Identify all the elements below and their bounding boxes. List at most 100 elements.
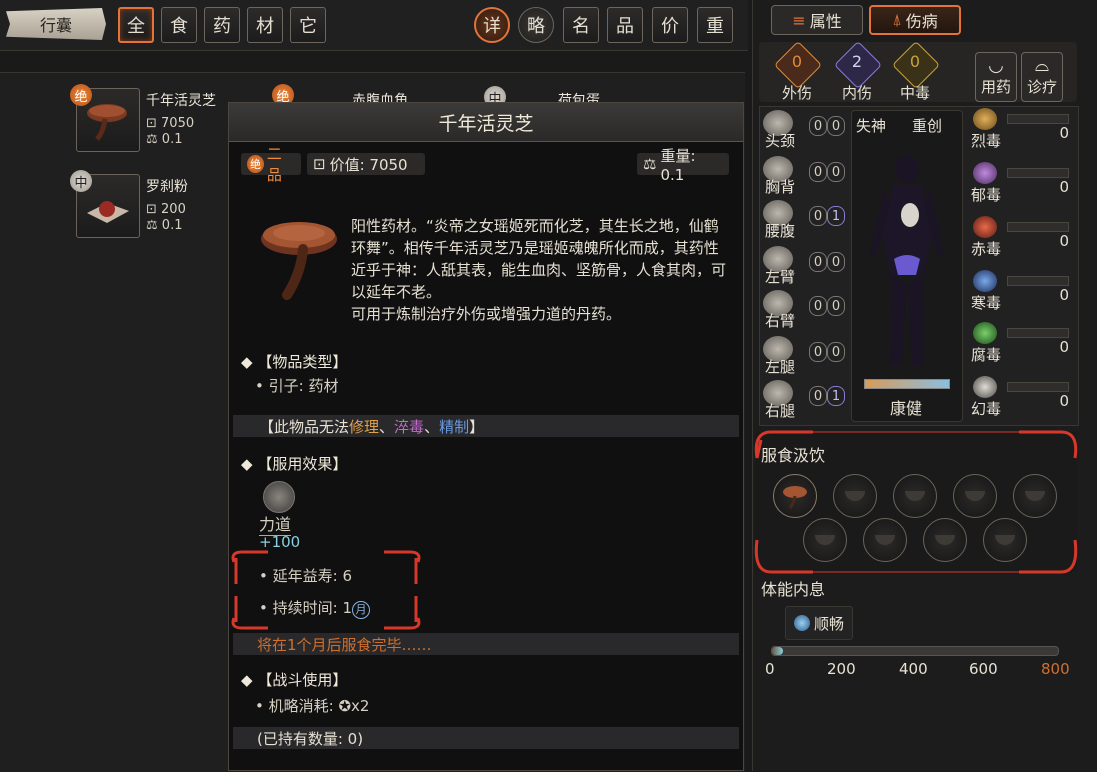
- sort-weight-button[interactable]: 重: [697, 7, 733, 43]
- poison-bar: [1007, 276, 1069, 286]
- tab-injury-label: 伤病: [905, 12, 938, 31]
- item-weight-number: 0.1: [161, 218, 183, 233]
- body-part-row[interactable]: 头颈 0 0: [761, 110, 847, 152]
- item-value: ⊡ 7050: [146, 116, 195, 131]
- combat-header-text: 【战斗使用】: [257, 671, 348, 689]
- filter-all-button[interactable]: 全: [118, 7, 154, 43]
- mind-loss-label: 失神: [856, 117, 887, 135]
- view-brief-button[interactable]: 略: [518, 7, 554, 43]
- energy-state: 顺畅: [813, 614, 844, 633]
- bowl-icon: ◡: [988, 55, 1004, 76]
- filter-material-button[interactable]: 材: [247, 7, 283, 43]
- energy-tick: 800: [1041, 660, 1070, 678]
- combat-header: ◆ 【战斗使用】: [241, 671, 348, 689]
- sort-name-button[interactable]: 名: [563, 7, 599, 43]
- grade-text: 二品: [266, 145, 282, 184]
- empty-bowl-icon: [965, 491, 985, 501]
- body-part-row[interactable]: 腰腹 0 1: [761, 200, 847, 242]
- energy-state-chip: 顺畅: [785, 606, 853, 640]
- owned-count-bar: (已持有数量: 0): [233, 727, 739, 749]
- food-slot[interactable]: [893, 474, 937, 518]
- body-part-row[interactable]: 胸背 0 0: [761, 156, 847, 198]
- external-count: 0: [809, 162, 827, 182]
- empty-bowl-icon: [905, 491, 925, 501]
- food-slot[interactable]: [833, 474, 877, 518]
- food-slot[interactable]: [953, 474, 997, 518]
- attributes-icon: ≡: [792, 10, 806, 30]
- restriction-prefix: 【此物品无法: [259, 417, 350, 436]
- food-slot[interactable]: [983, 518, 1027, 562]
- weight-icon: ⚖: [643, 155, 657, 173]
- sort-grade-button[interactable]: 品: [607, 7, 643, 43]
- poison-bar: [1007, 222, 1069, 232]
- internal-injury-stat: 2 内伤: [833, 40, 883, 102]
- poison-value: 0: [1059, 232, 1069, 250]
- empty-bowl-icon: [995, 535, 1015, 545]
- body-part-label: 腰腹: [765, 222, 796, 240]
- body-part-label: 胸背: [765, 178, 796, 196]
- use-medicine-button[interactable]: ◡ 用药: [975, 52, 1017, 102]
- poison-label: 腐毒: [971, 346, 1002, 364]
- tab-attributes[interactable]: ≡ 属性: [771, 5, 863, 35]
- restriction-separator: 、: [379, 417, 395, 436]
- item-description: 阳性药材。“炎帝之女瑶姬死而化芝，其生长之地，仙鹤环舞”。相传千年活灵芝乃是瑶姬…: [351, 217, 727, 301]
- use-medicine-label: 用药: [980, 78, 1011, 96]
- internal-injury-value: 2: [851, 52, 863, 71]
- body-part-row[interactable]: 右臂 0 0: [761, 290, 847, 332]
- item-value-number: 7050: [161, 116, 195, 131]
- filter-food-button[interactable]: 食: [161, 7, 197, 43]
- item-value-number: 200: [161, 202, 186, 217]
- external-count: 0: [809, 116, 827, 136]
- diagnose-label: 诊疗: [1026, 78, 1057, 96]
- illusion-poison-icon: [973, 376, 997, 398]
- weight-chip: ⚖ 重量: 0.1: [637, 147, 729, 184]
- energy-track: [771, 646, 1059, 656]
- body-part-row[interactable]: 右腿 0 1: [761, 380, 847, 422]
- body-part-row[interactable]: 左臂 0 0: [761, 246, 847, 288]
- coin-icon: ⊡: [313, 155, 326, 173]
- eating-header: 服食汲饮: [761, 446, 826, 465]
- combat-line: • 机略消耗: ✪x2: [255, 695, 369, 716]
- injury-icon: ⍋: [892, 10, 902, 29]
- bag-tab[interactable]: 行囊: [6, 8, 106, 40]
- food-slot[interactable]: [1013, 474, 1057, 518]
- diagnose-button[interactable]: ⌓ 诊疗: [1021, 52, 1063, 102]
- poison-label: 寒毒: [971, 294, 1002, 312]
- food-slot[interactable]: [923, 518, 967, 562]
- poison-bar: [1007, 114, 1069, 124]
- restriction-poison: 淬毒: [394, 417, 425, 436]
- body-part-label: 头颈: [765, 132, 796, 150]
- body-part-label: 右臂: [765, 312, 796, 330]
- finish-note-bar: 将在1个月后服食完毕……: [233, 633, 739, 655]
- tab-injury[interactable]: ⍋ 伤病: [869, 5, 961, 35]
- bag-label: 行囊: [39, 16, 72, 35]
- internal-count: 0: [827, 162, 845, 182]
- filter-medicine-button[interactable]: 药: [204, 7, 240, 43]
- poison-label: 烈毒: [971, 132, 1002, 150]
- effect-header: ◆ 【服用效果】: [241, 455, 348, 473]
- food-slot[interactable]: [803, 518, 847, 562]
- longevity-line: • 延年益寿: 6: [259, 565, 352, 586]
- poison-value: 0: [1059, 178, 1069, 196]
- tooltip-info-row: 绝 二品 ⊡ 价值: 7050 ⚖ 重量: 0.1: [241, 145, 731, 184]
- item-name: 千年活灵芝: [146, 93, 216, 109]
- view-detail-button[interactable]: 详: [474, 7, 510, 43]
- empty-bowl-icon: [875, 535, 895, 545]
- value-label: 价值: 7050: [329, 155, 408, 174]
- poisoning-label: 中毒: [899, 84, 930, 102]
- internal-count: 0: [827, 116, 845, 136]
- empty-bowl-icon: [1025, 491, 1045, 501]
- external-injury-value: 0: [791, 52, 803, 71]
- tooltip-title: 千年活灵芝: [229, 103, 743, 142]
- item-tooltip: 千年活灵芝 绝 二品 ⊡ 价值: 7050 ⚖ 重量: 0.1 阳性药材。“炎帝…: [228, 102, 744, 771]
- sort-price-button[interactable]: 价: [652, 7, 688, 43]
- energy-tick: 600: [969, 660, 998, 678]
- body-part-row[interactable]: 左腿 0 0: [761, 336, 847, 378]
- food-slot[interactable]: [773, 474, 817, 518]
- internal-injury-label: 内伤: [841, 84, 872, 102]
- body-figure-icon: [870, 155, 944, 365]
- internal-count: 1: [827, 206, 845, 226]
- poison-row: 寒毒 0: [967, 270, 1073, 322]
- filter-other-button[interactable]: 它: [290, 7, 326, 43]
- food-slot[interactable]: [863, 518, 907, 562]
